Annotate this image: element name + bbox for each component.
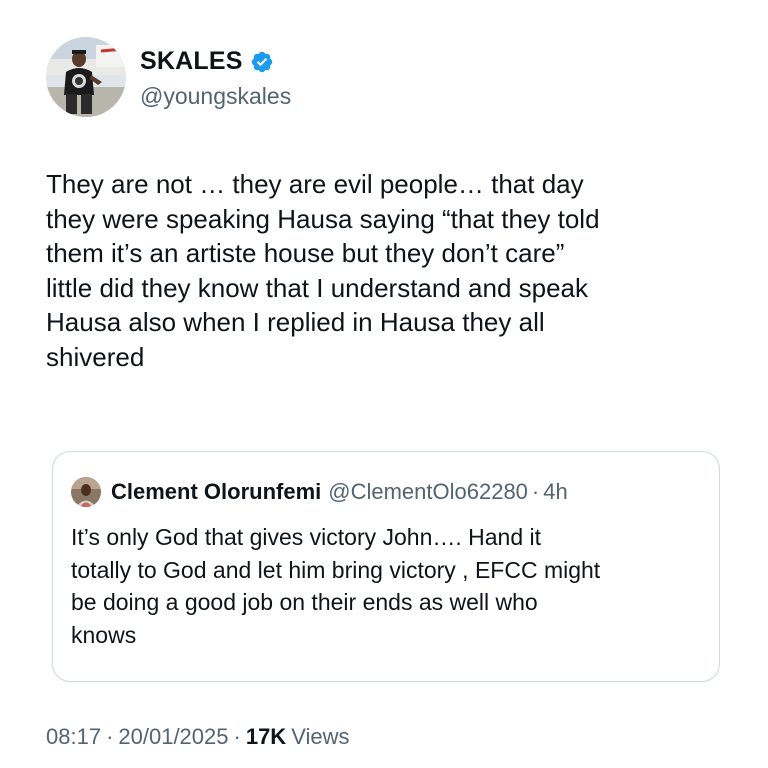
quoted-author-avatar[interactable] (71, 477, 101, 507)
views-label: Views (291, 724, 350, 749)
tweet: SKALES @youngskales They are not … they … (0, 0, 768, 768)
quoted-avatar-image (71, 477, 101, 507)
quoted-separator: · (531, 479, 540, 504)
meta-separator: · (106, 724, 114, 749)
author-names: SKALES @youngskales (140, 45, 291, 110)
quoted-author-name[interactable]: Clement Olorunfemi (111, 479, 321, 505)
tweet-date[interactable]: 20/01/2025 (118, 724, 228, 750)
views-count[interactable]: 17K (246, 724, 286, 750)
verified-badge-icon[interactable] (250, 50, 274, 74)
quoted-tweet-header: Clement Olorunfemi @ClementOlo62280 · 4h (71, 477, 568, 507)
author-avatar[interactable] (46, 37, 126, 117)
avatar-image (46, 37, 126, 117)
author-display-name[interactable]: SKALES (140, 47, 243, 76)
tweet-header: SKALES @youngskales (46, 37, 291, 117)
tweet-text: They are not … they are evil people… tha… (46, 169, 600, 372)
meta-separator: · (233, 724, 241, 749)
quoted-timestamp[interactable]: 4h (543, 479, 567, 505)
quoted-tweet[interactable]: Clement Olorunfemi @ClementOlo62280 · 4h… (52, 451, 720, 682)
tweet-meta: 08:17 · 20/01/2025 · 17K Views (46, 724, 349, 750)
author-handle[interactable]: @youngskales (140, 83, 291, 110)
author-name-row: SKALES (140, 45, 291, 79)
quoted-author-handle[interactable]: @ClementOlo62280 (328, 479, 528, 505)
tweet-time[interactable]: 08:17 (46, 724, 101, 750)
quoted-tweet-text: It’s only God that gives victory John…. … (71, 524, 601, 648)
